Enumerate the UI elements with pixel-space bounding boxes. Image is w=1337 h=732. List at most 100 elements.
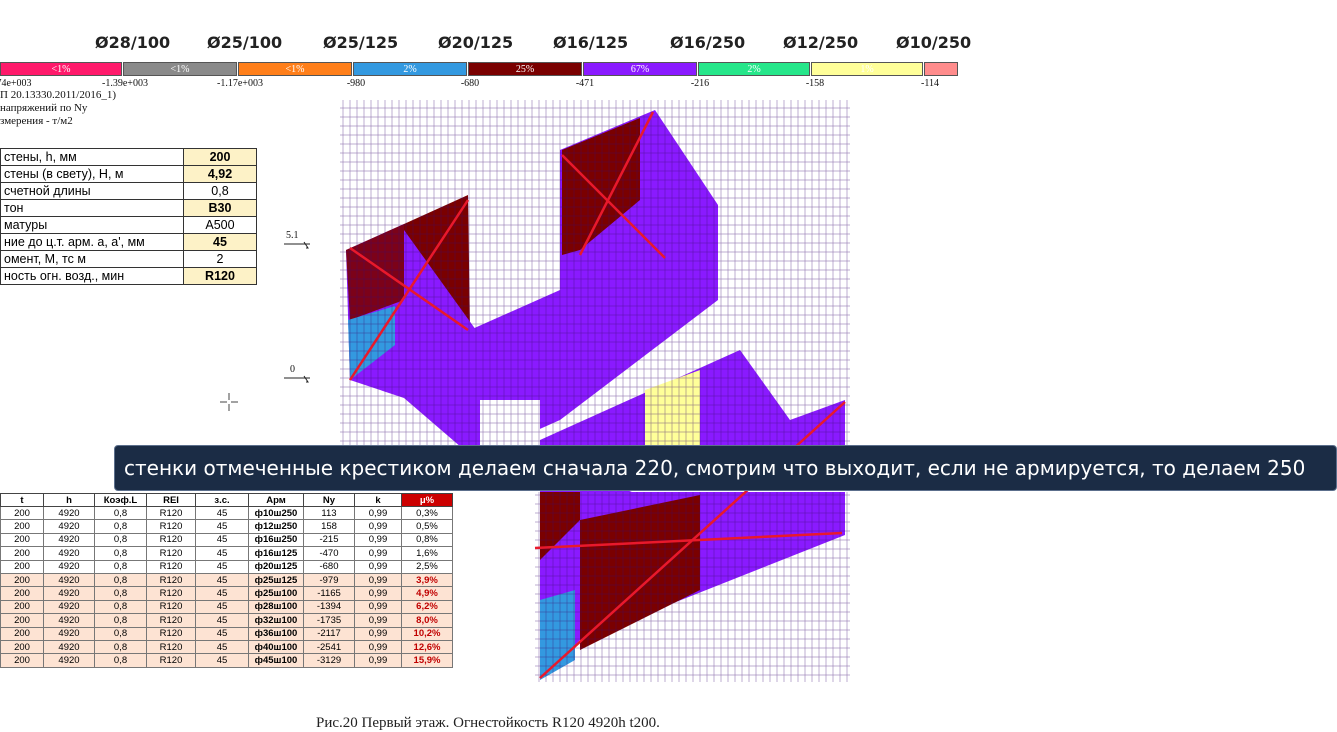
results-cell: 4920 — [43, 505, 95, 521]
results-cell: 45 — [195, 532, 249, 548]
results-row: 200 4920 0,8 R120 45 ф10ш250 113 0,99 0,3% — [0, 505, 453, 521]
results-row: 200 4920 0,8 R120 45 ф40ш100 -2541 0,99 12,6% — [0, 639, 453, 655]
results-cell: 45 — [195, 613, 249, 628]
results-row: 200 4920 0,8 R120 45 ф45ш100 -3129 0,99 15,9% — [0, 653, 453, 668]
results-cell: 200 — [0, 532, 44, 548]
results-cell: 4920 — [43, 599, 95, 615]
results-cell: 4920 — [43, 546, 95, 561]
results-cell: 12,6% — [401, 639, 453, 655]
results-cell: -2117 — [303, 626, 355, 641]
results-cell: 0,99 — [354, 653, 402, 668]
results-cell: 4920 — [43, 639, 95, 655]
results-cell: 0,5% — [401, 519, 453, 534]
results-cell: 2,5% — [401, 559, 453, 574]
results-cell: 0,3% — [401, 505, 453, 521]
results-cell: 0,99 — [354, 626, 402, 641]
results-cell: 1,6% — [401, 546, 453, 561]
results-row: 200 4920 0,8 R120 45 ф20ш125 -680 0,99 2,5% — [0, 559, 453, 574]
results-cell: R120 — [146, 599, 196, 615]
col-header-rei: REI — [146, 493, 196, 507]
results-cell: 45 — [195, 572, 249, 588]
results-cell: R120 — [146, 613, 196, 628]
results-cell: -979 — [303, 572, 355, 588]
results-cell: 113 — [303, 505, 355, 521]
results-cell: -1165 — [303, 586, 355, 601]
results-row: 200 4920 0,8 R120 45 ф32ш100 -1735 0,99 8,0% — [0, 613, 453, 628]
results-cell: 0,99 — [354, 505, 402, 521]
results-cell: 200 — [0, 559, 44, 574]
results-cell: 45 — [195, 626, 249, 641]
results-cell: -1394 — [303, 599, 355, 615]
results-cell: 4920 — [43, 653, 95, 668]
results-cell: R120 — [146, 559, 196, 574]
results-cell: 0,8 — [94, 572, 147, 588]
results-cell: R120 — [146, 586, 196, 601]
results-cell: 45 — [195, 505, 249, 521]
results-cell: 200 — [0, 639, 44, 655]
reinforcement-results-table: t h Коэф.L REI з.с. Арм Ny k μ% 200 4920 0… — [0, 493, 453, 668]
results-cell: ф40ш100 — [248, 639, 304, 655]
results-cell: 45 — [195, 519, 249, 534]
results-row: 200 4920 0,8 R120 45 ф28ш100 -1394 0,99 6,2% — [0, 599, 453, 615]
results-cell: 4920 — [43, 586, 95, 601]
results-cell: 0,99 — [354, 519, 402, 534]
results-cell: 45 — [195, 586, 249, 601]
results-cell: ф16ш125 — [248, 546, 304, 561]
results-cell: 200 — [0, 519, 44, 534]
results-row: 200 4920 0,8 R120 45 ф12ш250 158 0,99 0,5% — [0, 519, 453, 534]
results-cell: 200 — [0, 572, 44, 588]
results-cell: -2541 — [303, 639, 355, 655]
results-cell: 4920 — [43, 559, 95, 574]
results-cell: ф16ш250 — [248, 532, 304, 548]
results-cell: 0,99 — [354, 559, 402, 574]
results-cell: 15,9% — [401, 653, 453, 668]
results-cell: 0,8 — [94, 505, 147, 521]
results-cell: 4920 — [43, 626, 95, 641]
results-cell: 0,99 — [354, 599, 402, 615]
results-cell: 6,2% — [401, 599, 453, 615]
mesh-overlay-upper — [340, 100, 850, 445]
results-cell: 0,99 — [354, 532, 402, 548]
results-cell: 45 — [195, 653, 249, 668]
results-row: 200 4920 0,8 R120 45 ф25ш125 -979 0,99 3,9% — [0, 572, 453, 588]
results-cell: 0,8 — [94, 519, 147, 534]
results-cell: 3,9% — [401, 572, 453, 588]
results-cell: 4920 — [43, 519, 95, 534]
results-cell: -680 — [303, 559, 355, 574]
results-cell: 4920 — [43, 613, 95, 628]
results-cell: ф25ш125 — [248, 572, 304, 588]
col-header-h: h — [43, 493, 95, 507]
results-cell: ф20ш125 — [248, 559, 304, 574]
results-cell: 8,0% — [401, 613, 453, 628]
results-cell: 0,8 — [94, 626, 147, 641]
results-cell: ф10ш250 — [248, 505, 304, 521]
results-cell: 0,99 — [354, 572, 402, 588]
results-cell: 45 — [195, 639, 249, 655]
results-row: 200 4920 0,8 R120 45 ф16ш125 -470 0,99 1,6% — [0, 546, 453, 561]
results-cell: 0,8 — [94, 599, 147, 615]
results-cell: 200 — [0, 586, 44, 601]
results-cell: 200 — [0, 613, 44, 628]
results-cell: 0,8 — [94, 546, 147, 561]
results-cell: 0,8 — [94, 532, 147, 548]
col-header-cover: з.с. — [195, 493, 249, 507]
results-cell: ф36ш100 — [248, 626, 304, 641]
results-cell: 0,8 — [94, 653, 147, 668]
col-header-ny: Ny — [303, 493, 355, 507]
results-cell: 4920 — [43, 572, 95, 588]
results-cell: 4920 — [43, 532, 95, 548]
results-cell: R120 — [146, 653, 196, 668]
results-cell: 10,2% — [401, 626, 453, 641]
results-cell: R120 — [146, 572, 196, 588]
results-cell: ф28ш100 — [248, 599, 304, 615]
col-header-coef: Коэф.L — [94, 493, 147, 507]
results-cell: R120 — [146, 546, 196, 561]
results-cell: 0,99 — [354, 613, 402, 628]
col-header-t: t — [0, 493, 44, 507]
results-cell: 200 — [0, 505, 44, 521]
results-cell: -470 — [303, 546, 355, 561]
results-cell: 0,8 — [94, 586, 147, 601]
results-cell: R120 — [146, 532, 196, 548]
results-cell: 45 — [195, 599, 249, 615]
results-cell: 200 — [0, 626, 44, 641]
